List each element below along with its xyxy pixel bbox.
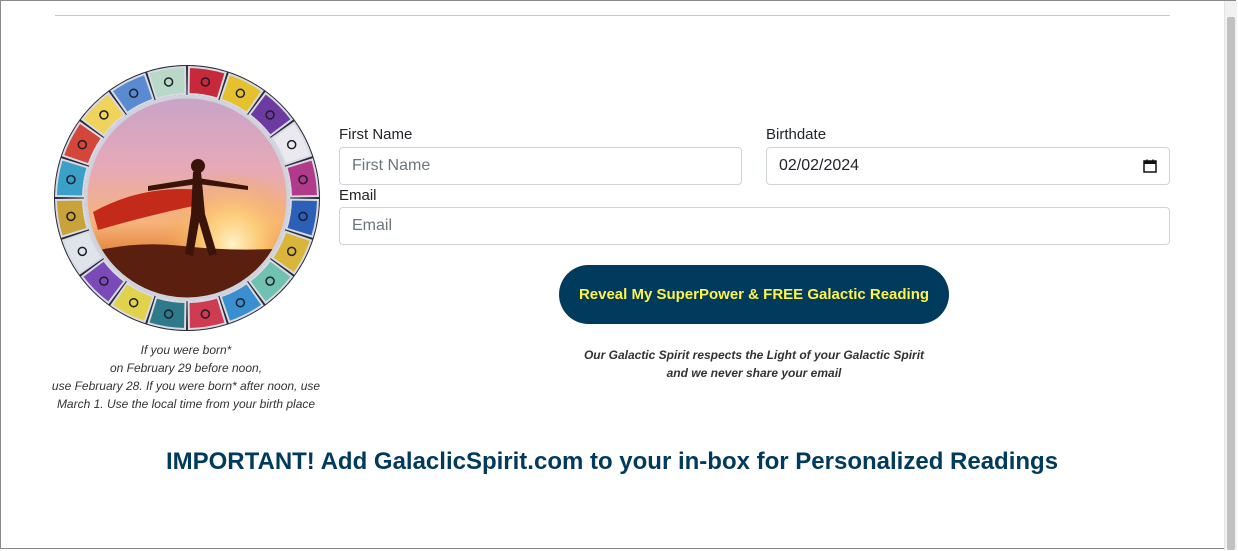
scrollbar-thumb[interactable]: [1227, 17, 1235, 550]
important-message: IMPORTANT! Add GalaclicSpirit.com to you…: [165, 448, 1059, 475]
divider: [55, 15, 1170, 16]
birthdate-value: 02/02/2024: [779, 157, 860, 174]
first-name-input[interactable]: [339, 147, 742, 185]
born-note-line: on February 29 before noon,: [109, 361, 263, 375]
wheel-glyph-tile: [187, 65, 227, 100]
galactic-wheel-graphic: [54, 65, 320, 331]
wheel-glyph-tile: [285, 198, 320, 238]
privacy-note-line: Our Galactic Spirit respects the Light o…: [583, 348, 925, 362]
wheel-glyph-tile: [285, 158, 320, 198]
born-note: If you were born* on February 29 before …: [45, 341, 327, 413]
reveal-superpower-button[interactable]: Reveal My SuperPower & FREE Galactic Rea…: [559, 265, 949, 324]
wheel-glyph-tile: [187, 296, 227, 331]
first-name-label: First Name: [339, 126, 413, 143]
birthdate-label: Birthdate: [766, 126, 827, 143]
vertical-scrollbar[interactable]: [1224, 1, 1237, 550]
email-label: Email: [339, 187, 377, 204]
privacy-note-line: and we never share your email: [666, 366, 842, 380]
born-note-line: use February 28. If you were born* after…: [51, 379, 321, 393]
calendar-icon[interactable]: [1143, 159, 1157, 173]
privacy-note: Our Galactic Spirit respects the Light o…: [560, 346, 948, 382]
wheel-glyph-tile: [147, 65, 187, 100]
born-note-line: If you were born*: [140, 343, 232, 357]
email-input[interactable]: [339, 207, 1170, 245]
wheel-glyph-tile: [54, 198, 89, 238]
wheel-glyph-tile: [147, 296, 187, 331]
born-note-line: March 1. Use the local time from your bi…: [56, 397, 316, 411]
galactic-wheel-image: [53, 64, 321, 332]
birthdate-input[interactable]: 02/02/2024: [766, 147, 1170, 185]
wheel-glyph-tile: [54, 158, 89, 198]
